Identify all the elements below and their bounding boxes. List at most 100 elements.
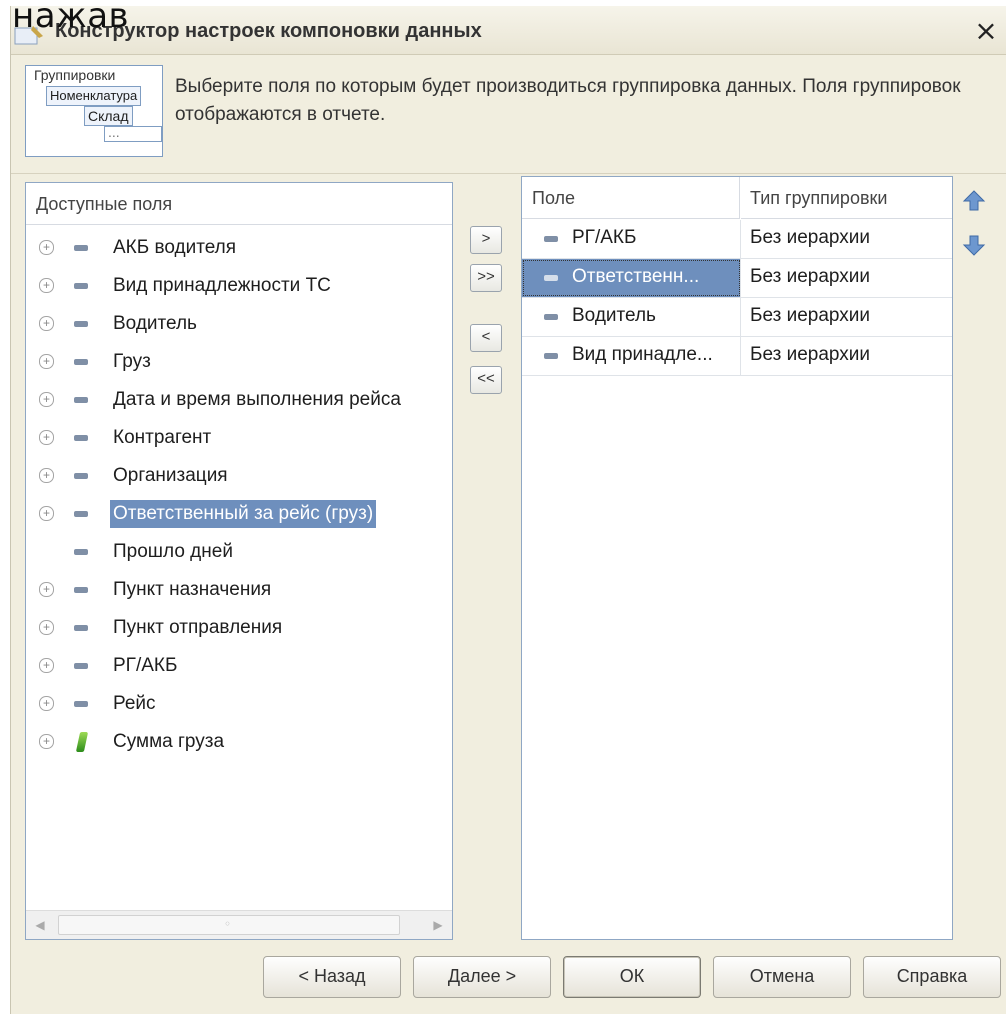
add-field-button[interactable]: >	[470, 226, 502, 254]
tree-item-label: Прошло дней	[113, 541, 233, 562]
add-all-fields-button[interactable]: >>	[470, 264, 502, 292]
remove-all-fields-button[interactable]: <<	[470, 366, 502, 394]
grid-cell-type[interactable]: Без иерархии	[750, 224, 870, 252]
tree-item[interactable]: + Вид принадлежности ТС	[26, 267, 452, 305]
tree-item[interactable]: + Организация	[26, 457, 452, 495]
tree-item[interactable]: + Контрагент	[26, 419, 452, 457]
cancel-button[interactable]: Отмена	[713, 956, 851, 998]
grid-cell-field-value: РГ/АКБ	[572, 227, 637, 248]
scroll-right-icon[interactable]: ▶	[430, 917, 446, 933]
illustration-item: Номенклатура	[46, 86, 142, 106]
overlay-caption: нажав	[12, 0, 130, 36]
field-dash-icon	[74, 245, 88, 251]
tree-item[interactable]: + Пункт назначения	[26, 571, 452, 609]
help-button[interactable]: Справка	[863, 956, 1001, 998]
field-dash-icon	[544, 353, 558, 359]
field-dash-icon	[74, 435, 88, 441]
grid-cell-type[interactable]: Без иерархии	[750, 263, 870, 291]
field-dash-icon	[544, 275, 558, 281]
field-dash-icon	[74, 283, 88, 289]
available-fields-header[interactable]: Доступные поля	[26, 183, 452, 225]
expand-icon[interactable]: +	[39, 392, 54, 407]
grid-row[interactable]: Водитель Без иерархии	[522, 298, 952, 337]
field-dash-icon	[74, 625, 88, 631]
tree-item-label: Пункт назначения	[113, 579, 272, 600]
expand-icon[interactable]: +	[39, 506, 54, 521]
grid-row[interactable]: РГ/АКБ Без иерархии	[522, 220, 952, 259]
tree-item-label: Организация	[113, 465, 228, 486]
field-dash-icon	[74, 663, 88, 669]
column-header-field[interactable]: Поле	[522, 177, 740, 219]
move-down-icon[interactable]	[961, 232, 987, 258]
remove-field-button[interactable]: <	[470, 324, 502, 352]
grid-cell-type[interactable]: Без иерархии	[750, 341, 870, 369]
tree-item-label: Контрагент	[113, 427, 212, 448]
tree-item-label: Вид принадлежности ТС	[113, 275, 331, 296]
tree-item-label: Водитель	[113, 313, 197, 334]
tree-item-label: Ответственный за рейс (груз)	[110, 500, 377, 528]
field-dash-icon	[74, 397, 88, 403]
expand-icon[interactable]: +	[39, 658, 54, 673]
expand-icon[interactable]: +	[39, 316, 54, 331]
tree-item[interactable]: + АКБ водителя	[26, 229, 452, 267]
expand-icon[interactable]: +	[39, 468, 54, 483]
tree-item[interactable]: + Рейс	[26, 685, 452, 723]
field-dash-icon	[74, 511, 88, 517]
title-bar[interactable]: Конструктор настроек компоновки данных ×	[11, 6, 1006, 55]
tree-item[interactable]: + Дата и время выполнения рейса	[26, 381, 452, 419]
data-composition-settings-dialog: Конструктор настроек компоновки данных ×…	[10, 6, 1006, 1014]
grid-cell-field[interactable]: РГ/АКБ	[522, 220, 741, 258]
grid-row-current[interactable]: Ответственн... Без иерархии	[522, 259, 952, 298]
back-button[interactable]: < Назад	[263, 956, 401, 998]
illustration-title: Группировки	[34, 67, 116, 83]
field-dash-icon	[74, 473, 88, 479]
available-fields-tree[interactable]: Доступные поля + АКБ водителя + Вид прин…	[25, 182, 453, 940]
expand-icon[interactable]: +	[39, 430, 54, 445]
grid-cell-field[interactable]: Вид принадле...	[522, 337, 741, 375]
scroll-thumb[interactable]: ◦	[58, 915, 400, 935]
grid-cell-type[interactable]: Без иерархии	[750, 302, 870, 330]
field-dash-icon	[74, 321, 88, 327]
tree-item-selected[interactable]: + Ответственный за рейс (груз)	[26, 495, 452, 533]
expand-icon[interactable]: +	[39, 354, 54, 369]
field-dash-icon	[544, 314, 558, 320]
expand-icon[interactable]: +	[39, 696, 54, 711]
tree-item[interactable]: Прошло дней	[26, 533, 452, 571]
tree-item-label: АКБ водителя	[113, 237, 237, 258]
intro-description: Выберите поля по которым будет производи…	[175, 76, 961, 125]
grid-cell-field[interactable]: Ответственн...	[522, 259, 741, 297]
intro-section: Группировки Номенклатура Склад ... Выбер…	[11, 55, 1006, 174]
tree-item[interactable]: + Сумма груза	[26, 723, 452, 761]
tree-item-label: Сумма груза	[113, 731, 225, 752]
tree-item[interactable]: + Пункт отправления	[26, 609, 452, 647]
expand-icon[interactable]: +	[39, 734, 54, 749]
field-dash-icon	[544, 236, 558, 242]
expand-icon[interactable]: +	[39, 240, 54, 255]
close-button[interactable]: ×	[971, 16, 1001, 46]
field-dash-icon	[74, 549, 88, 555]
illustration-item: ...	[104, 125, 162, 142]
horizontal-scrollbar[interactable]: ◀ ◦ ▶	[26, 910, 452, 939]
field-dash-icon	[74, 359, 88, 365]
expand-icon[interactable]: +	[39, 582, 54, 597]
grid-cell-field[interactable]: Водитель	[522, 298, 741, 336]
grouping-fields-grid[interactable]: Поле Тип группировки РГ/АКБ Без иерархии…	[521, 176, 953, 940]
tree-item-label: РГ/АКБ	[113, 655, 178, 676]
grid-cell-field-value: Вид принадле...	[572, 344, 713, 365]
tree-item-label: Пункт отправления	[113, 617, 283, 638]
grid-row[interactable]: Вид принадле... Без иерархии	[522, 337, 952, 376]
ok-button[interactable]: ОК	[563, 956, 701, 998]
next-button[interactable]: Далее >	[413, 956, 551, 998]
expand-icon[interactable]: +	[39, 620, 54, 635]
column-header-grouping-type[interactable]: Тип группировки	[741, 177, 952, 219]
tree-item[interactable]: + Груз	[26, 343, 452, 381]
tree-item[interactable]: + РГ/АКБ	[26, 647, 452, 685]
tree-item-label: Рейс	[113, 693, 156, 714]
scroll-left-icon[interactable]: ◀	[32, 917, 48, 933]
move-up-icon[interactable]	[961, 188, 987, 214]
expand-icon[interactable]: +	[39, 278, 54, 293]
tree-item[interactable]: + Водитель	[26, 305, 452, 343]
numeric-resource-icon	[75, 732, 89, 752]
grid-cell-field-value: Водитель	[572, 305, 656, 326]
tree-item-label: Груз	[113, 351, 151, 372]
